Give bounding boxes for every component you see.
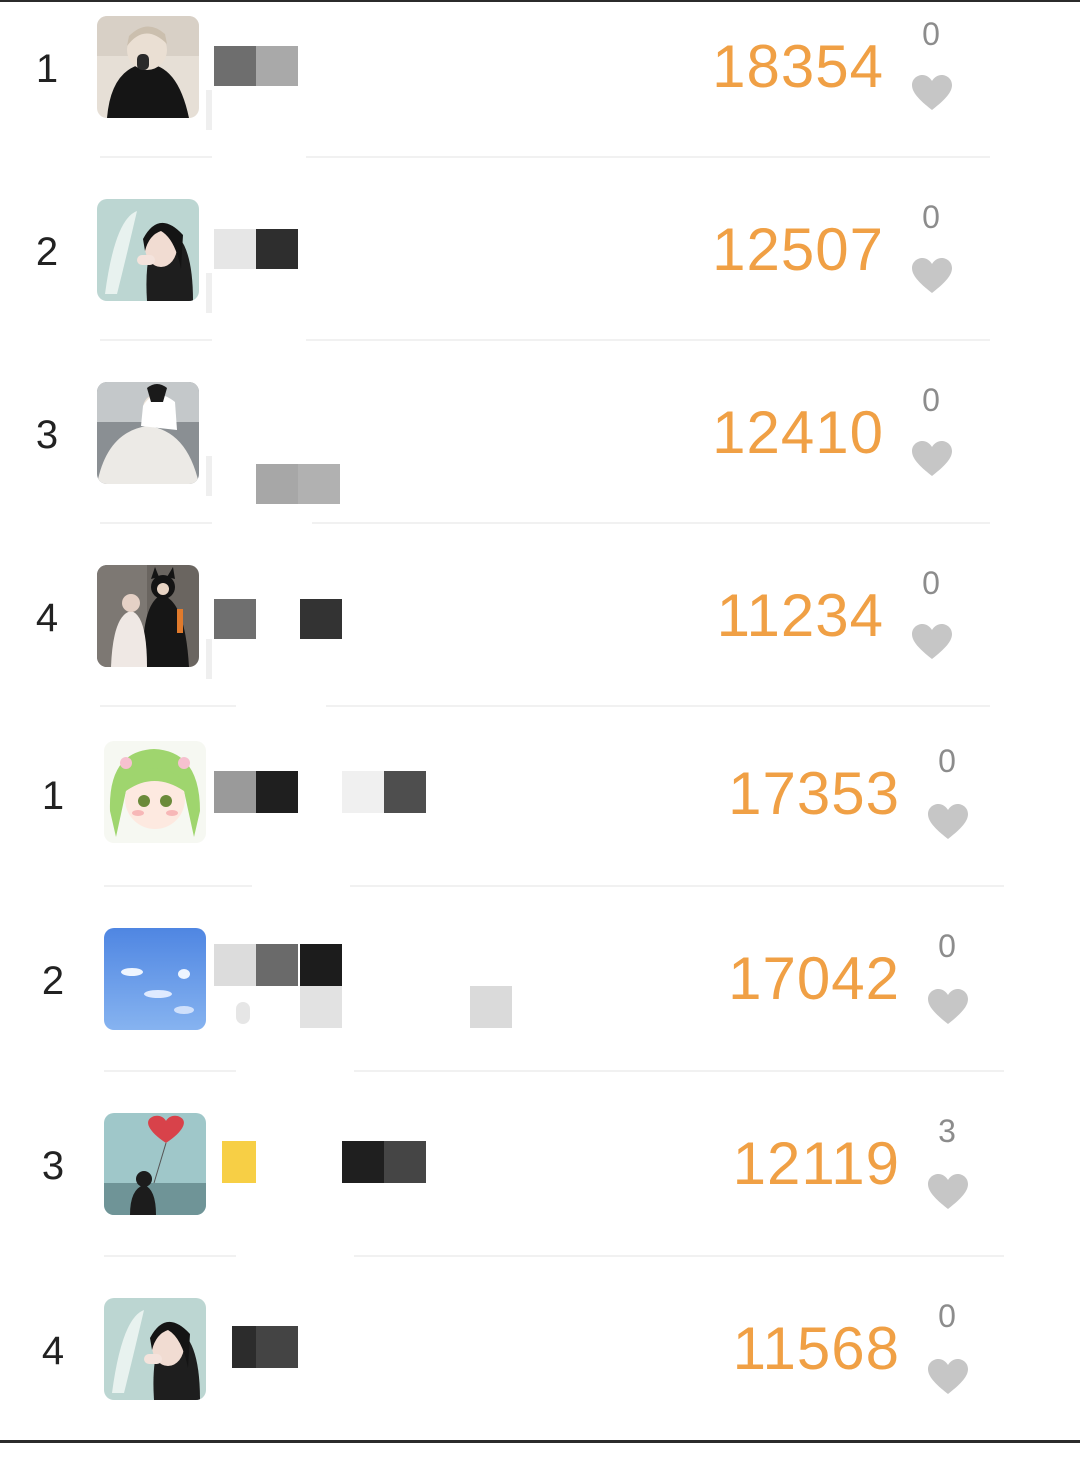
score-value: 17353	[728, 760, 900, 827]
heart-icon[interactable]	[911, 257, 953, 295]
row-divider	[326, 705, 990, 707]
row-divider	[100, 705, 236, 707]
rank-number: 3	[35, 413, 59, 457]
like-count: 0	[938, 928, 956, 964]
heart-icon[interactable]	[927, 1358, 969, 1396]
leaderboard-row[interactable]: 1 17353 0	[0, 725, 1080, 908]
heart-icon[interactable]	[911, 623, 953, 661]
leaderboard-row[interactable]: 4 11234 0	[0, 551, 1080, 734]
like-count: 3	[938, 1113, 956, 1149]
row-divider	[100, 156, 212, 158]
like-count: 0	[922, 382, 940, 418]
avatar[interactable]	[104, 1298, 206, 1400]
score-value: 17042	[728, 945, 900, 1012]
row-divider	[354, 1255, 1004, 1257]
rank-number: 1	[35, 47, 59, 91]
row-divider	[100, 339, 212, 341]
row-divider	[104, 885, 252, 887]
rank-number: 4	[41, 1329, 65, 1373]
blurred-username	[206, 38, 532, 130]
score-value: 11234	[716, 582, 884, 649]
score-value: 18354	[712, 33, 884, 100]
row-divider	[354, 1070, 1004, 1072]
score-value: 11568	[732, 1315, 900, 1382]
like-count: 0	[938, 743, 956, 779]
leaderboard-row[interactable]: 4 11568 0	[0, 1280, 1080, 1463]
like-count: 0	[922, 16, 940, 52]
heart-icon[interactable]	[911, 440, 953, 478]
avatar[interactable]	[104, 741, 206, 843]
leaderboard-row[interactable]: 3 12410 0	[0, 368, 1080, 551]
avatar[interactable]	[104, 1113, 206, 1215]
avatar[interactable]	[104, 928, 206, 1030]
row-divider	[104, 1255, 236, 1257]
rank-number: 2	[41, 959, 65, 1003]
blurred-username	[214, 1141, 534, 1231]
blurred-username	[214, 1326, 534, 1416]
score-value: 12119	[732, 1130, 900, 1197]
leaderboard-row[interactable]: 1 18354 0	[0, 2, 1080, 185]
row-divider	[306, 339, 990, 341]
rank-number: 4	[35, 596, 59, 640]
blurred-username	[206, 587, 532, 679]
leaderboard-row[interactable]: 3 12119 3	[0, 1095, 1080, 1278]
blurred-username	[206, 221, 532, 313]
row-divider	[350, 885, 1004, 887]
blurred-username	[214, 944, 534, 1034]
score-value: 12410	[712, 399, 884, 466]
like-count: 0	[938, 1298, 956, 1334]
leaderboard-row[interactable]: 2 12507 0	[0, 185, 1080, 368]
blurred-username	[214, 771, 534, 861]
like-count: 0	[922, 199, 940, 235]
rank-number: 2	[35, 230, 59, 274]
heart-icon[interactable]	[927, 803, 969, 841]
avatar[interactable]	[97, 16, 199, 118]
row-divider	[312, 522, 990, 524]
row-divider	[306, 156, 990, 158]
heart-icon[interactable]	[927, 1173, 969, 1211]
leaderboard-row[interactable]: 2 17042 0	[0, 910, 1080, 1093]
like-count: 0	[922, 565, 940, 601]
rank-number: 3	[41, 1144, 65, 1188]
row-divider	[104, 1070, 236, 1072]
avatar[interactable]	[97, 199, 199, 301]
score-value: 12507	[712, 216, 884, 283]
avatar[interactable]	[97, 382, 199, 484]
avatar[interactable]	[97, 565, 199, 667]
blurred-username	[206, 404, 532, 504]
row-divider	[100, 522, 212, 524]
heart-icon[interactable]	[927, 988, 969, 1026]
heart-icon[interactable]	[911, 74, 953, 112]
leaderboard-page: 1 18354 0 2 12507 0 3 12410 0 4 11234 0 …	[0, 2, 1080, 1440]
rank-number: 1	[41, 774, 65, 818]
